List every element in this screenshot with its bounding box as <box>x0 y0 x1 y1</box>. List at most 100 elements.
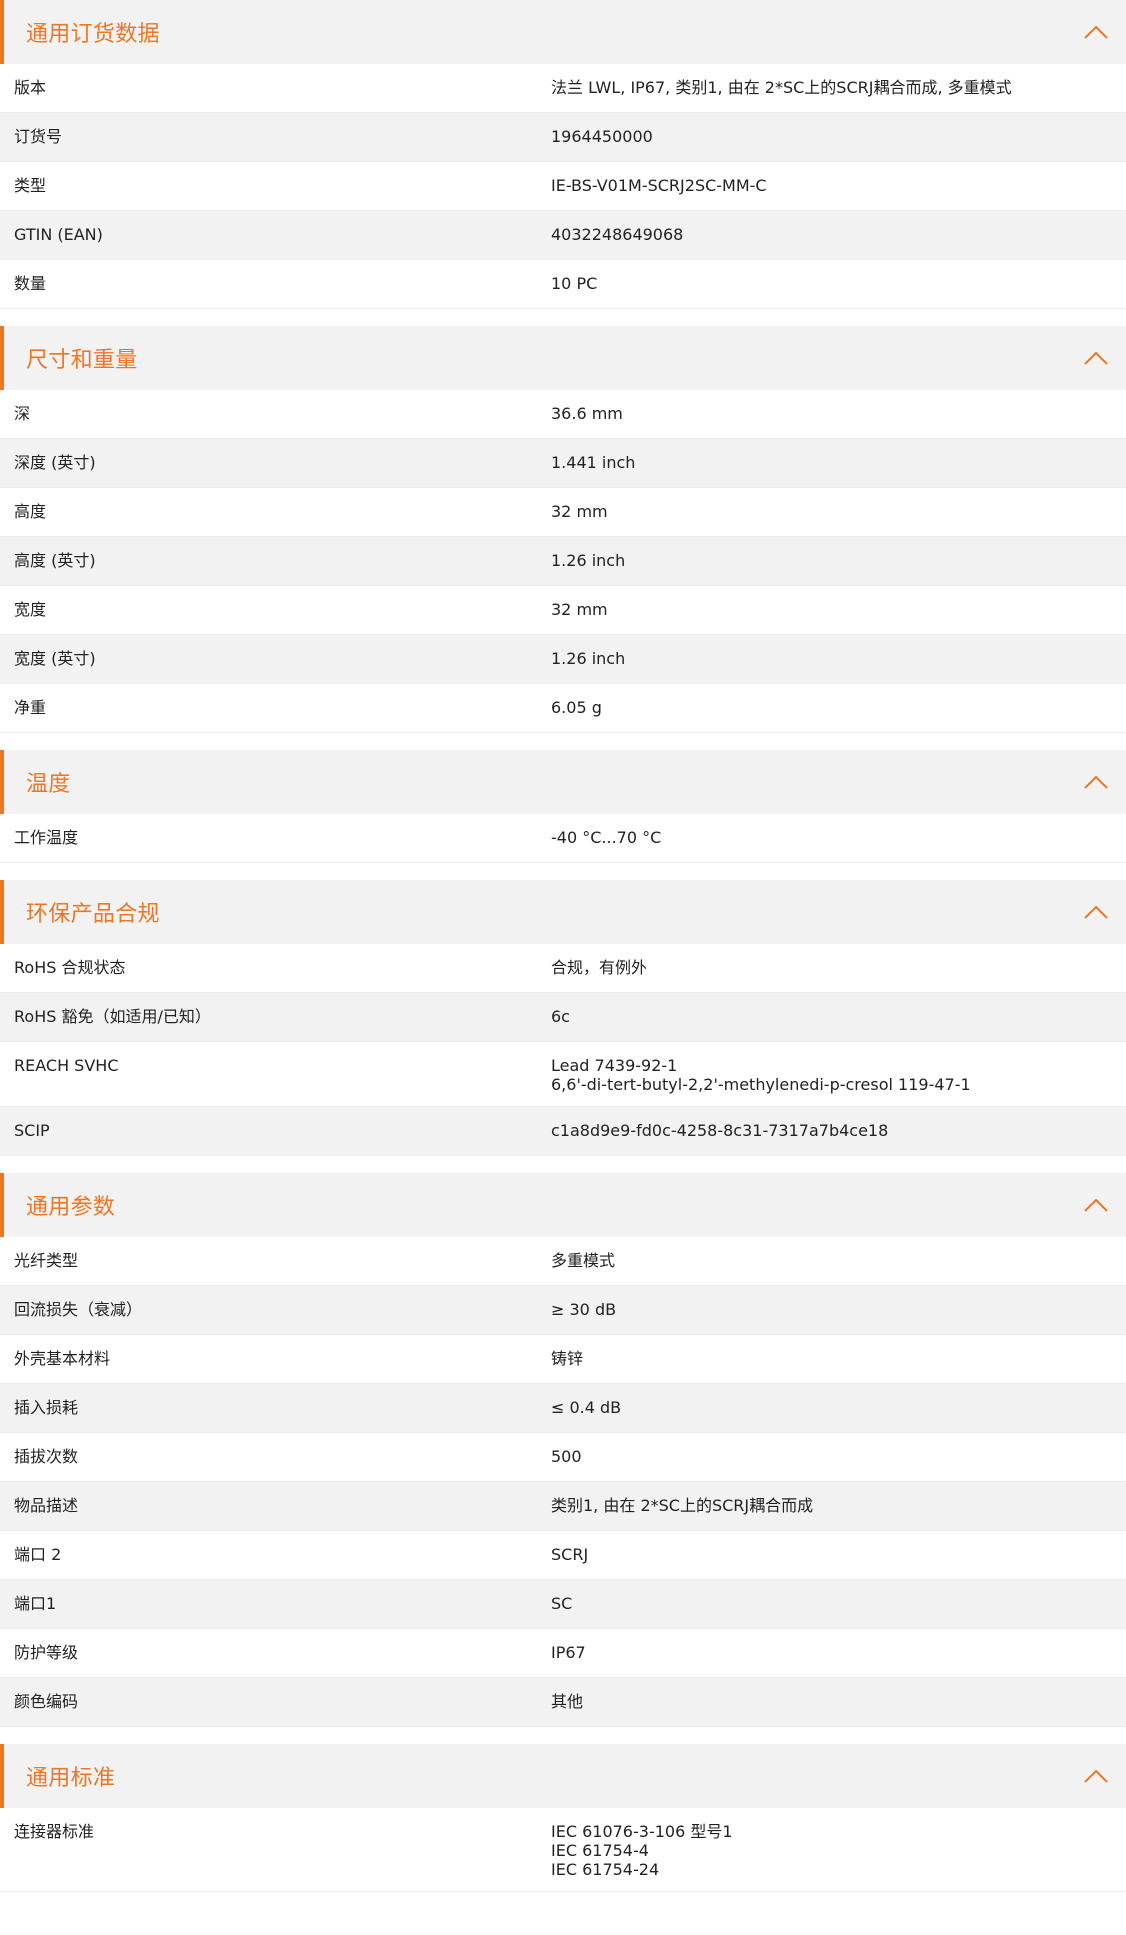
row-label: 端口1 <box>14 1594 57 1613</box>
row-label: 回流损失（衰减） <box>14 1300 143 1319</box>
table-row: 插入损耗 ≤ 0.4 dB <box>0 1384 1126 1433</box>
row-value: 32 mm <box>539 488 1126 536</box>
section-header[interactable]: 尺寸和重量 <box>0 326 1126 390</box>
row-value: 1.26 inch <box>539 635 1126 683</box>
spec-table: 深 36.6 mm 深度 (英寸) 1.441 inch 高度 32 mm 高度 (英寸) 1… <box>0 390 1126 733</box>
row-value: IEC 61076-3-106 型号1 IEC 61754-4 IEC 61754-… <box>539 1808 1126 1891</box>
chevron-up-icon[interactable] <box>1080 342 1112 374</box>
row-label: 订货号 <box>14 127 63 146</box>
row-value-line: 1964450000 <box>551 127 653 146</box>
row-label: 颜色编码 <box>14 1692 79 1711</box>
section-title: 尺寸和重量 <box>26 348 138 373</box>
table-row: 回流损失（衰减） ≥ 30 dB <box>0 1286 1126 1335</box>
row-value-line: 6c <box>551 1007 570 1026</box>
table-row: 外壳基本材料 铸锌 <box>0 1335 1126 1384</box>
row-value: Lead 7439-92-1 6,6'-di-tert-butyl-2,2'-me… <box>539 1042 1126 1106</box>
row-value: IP67 <box>539 1629 1126 1677</box>
row-value: 10 PC <box>539 260 1126 308</box>
row-label: 深 <box>14 404 31 423</box>
table-row: 数量 10 PC <box>0 260 1126 309</box>
row-value-line: 6,6'-di-tert-butyl-2,2'-methylenedi-p-cr… <box>551 1075 971 1094</box>
row-value-line: SC <box>551 1594 573 1613</box>
row-value-line: 500 <box>551 1447 582 1466</box>
section-title: 通用参数 <box>26 1195 116 1220</box>
table-row: 深 36.6 mm <box>0 390 1126 439</box>
row-label: 类型 <box>14 176 47 195</box>
row-label: 宽度 <box>14 600 47 619</box>
row-value: 500 <box>539 1433 1126 1481</box>
row-label: 防护等级 <box>14 1643 79 1662</box>
section-title: 环保产品合规 <box>26 902 160 927</box>
chevron-up-icon[interactable] <box>1080 1760 1112 1792</box>
row-value-line: 铸锌 <box>551 1349 584 1368</box>
row-value: ≥ 30 dB <box>539 1286 1126 1334</box>
spec-section: 通用订货数据版本 法兰 LWL, IP67, 类别1, 由在 2*SC上的SCRJ… <box>0 0 1126 309</box>
spec-section: 通用标准连接器标准 IEC 61076-3-106 型号1 IEC 61754-4 I… <box>0 1744 1126 1892</box>
row-value-line: 36.6 mm <box>551 404 623 423</box>
table-row: 类型 IE-BS-V01M-SCRJ2SC-MM-C <box>0 162 1126 211</box>
row-value-line: 1.26 inch <box>551 649 626 668</box>
table-row: 深度 (英寸) 1.441 inch <box>0 439 1126 488</box>
row-value: 合规，有例外 <box>539 944 1126 992</box>
row-value-line: 合规，有例外 <box>551 958 648 977</box>
row-label: RoHS 豁免（如适用/已知） <box>14 1007 211 1026</box>
row-value: 1964450000 <box>539 113 1126 161</box>
row-value-line: 6.05 g <box>551 698 602 717</box>
row-value-line: 4032248649068 <box>551 225 684 244</box>
row-value: ≤ 0.4 dB <box>539 1384 1126 1432</box>
spec-section: 通用参数光纤类型 多重模式回流损失（衰减） ≥ 30 dB 外壳基本材料 铸锌插入损耗 ≤… <box>0 1173 1126 1727</box>
row-value-line: IEC 61076-3-106 型号1 <box>551 1822 733 1841</box>
table-row: 光纤类型 多重模式 <box>0 1237 1126 1286</box>
chevron-up-icon[interactable] <box>1080 1189 1112 1221</box>
row-label: GTIN (EAN) <box>14 225 103 244</box>
section-header[interactable]: 通用参数 <box>0 1173 1126 1237</box>
row-value: 6.05 g <box>539 684 1126 732</box>
row-value: 6c <box>539 993 1126 1041</box>
table-row: 净重 6.05 g <box>0 684 1126 733</box>
row-label: REACH SVHC <box>14 1056 119 1075</box>
row-value-line: ≥ 30 dB <box>551 1300 617 1319</box>
row-value: 32 mm <box>539 586 1126 634</box>
row-value: 多重模式 <box>539 1237 1126 1285</box>
table-row: 连接器标准 IEC 61076-3-106 型号1 IEC 61754-4 IEC 6… <box>0 1808 1126 1892</box>
row-value: 1.26 inch <box>539 537 1126 585</box>
row-value-line: -40 °C...70 °C <box>551 828 662 847</box>
row-value-line: 32 mm <box>551 600 608 619</box>
table-row: 防护等级 IP67 <box>0 1629 1126 1678</box>
row-value-line: 类别1, 由在 2*SC上的SCRJ耦合而成 <box>551 1496 814 1515</box>
spec-table: RoHS 合规状态 合规，有例外 RoHS 豁免（如适用/已知） 6c REACH SV… <box>0 944 1126 1156</box>
row-value-line: IEC 61754-4 <box>551 1841 649 1860</box>
row-value-line: ≤ 0.4 dB <box>551 1398 622 1417</box>
chevron-up-icon[interactable] <box>1080 16 1112 48</box>
row-value-line: 法兰 LWL, IP67, 类别1, 由在 2*SC上的SCRJ耦合而成, 多重… <box>551 78 1012 97</box>
row-value-line: 其他 <box>551 1692 584 1711</box>
product-spec-page: 通用订货数据版本 法兰 LWL, IP67, 类别1, 由在 2*SC上的SCRJ… <box>0 0 1126 1892</box>
section-header[interactable]: 通用订货数据 <box>0 0 1126 64</box>
row-label: SCIP <box>14 1121 50 1140</box>
spec-section: 温度工作温度 -40 °C...70 °C <box>0 750 1126 863</box>
table-row: REACH SVHC Lead 7439-92-1 6,6'-di-tert-but… <box>0 1042 1126 1107</box>
row-label: 深度 (英寸) <box>14 453 96 472</box>
table-row: 版本 法兰 LWL, IP67, 类别1, 由在 2*SC上的SCRJ耦合而成, … <box>0 64 1126 113</box>
row-value-line: 多重模式 <box>551 1251 616 1270</box>
chevron-up-icon[interactable] <box>1080 896 1112 928</box>
chevron-up-icon[interactable] <box>1080 766 1112 798</box>
section-header[interactable]: 环保产品合规 <box>0 880 1126 944</box>
row-value-line: Lead 7439-92-1 <box>551 1056 678 1075</box>
section-header[interactable]: 通用标准 <box>0 1744 1126 1808</box>
section-header[interactable]: 温度 <box>0 750 1126 814</box>
table-row: 颜色编码 其他 <box>0 1678 1126 1727</box>
row-value: SCRJ <box>539 1531 1126 1579</box>
row-value-line: c1a8d9e9-fd0c-4258-8c31-7317a7b4ce18 <box>551 1121 889 1140</box>
row-label: 连接器标准 <box>14 1822 95 1841</box>
table-row: 端口1 SC <box>0 1580 1126 1629</box>
row-label: 工作温度 <box>14 828 79 847</box>
row-value-line: SCRJ <box>551 1545 589 1564</box>
row-label: 版本 <box>14 78 47 97</box>
row-label: RoHS 合规状态 <box>14 958 126 977</box>
table-row: GTIN (EAN) 4032248649068 <box>0 211 1126 260</box>
row-value: 法兰 LWL, IP67, 类别1, 由在 2*SC上的SCRJ耦合而成, 多重… <box>539 64 1126 112</box>
row-value: 类别1, 由在 2*SC上的SCRJ耦合而成 <box>539 1482 1126 1530</box>
table-row: 端口 2 SCRJ <box>0 1531 1126 1580</box>
row-label: 插入损耗 <box>14 1398 79 1417</box>
